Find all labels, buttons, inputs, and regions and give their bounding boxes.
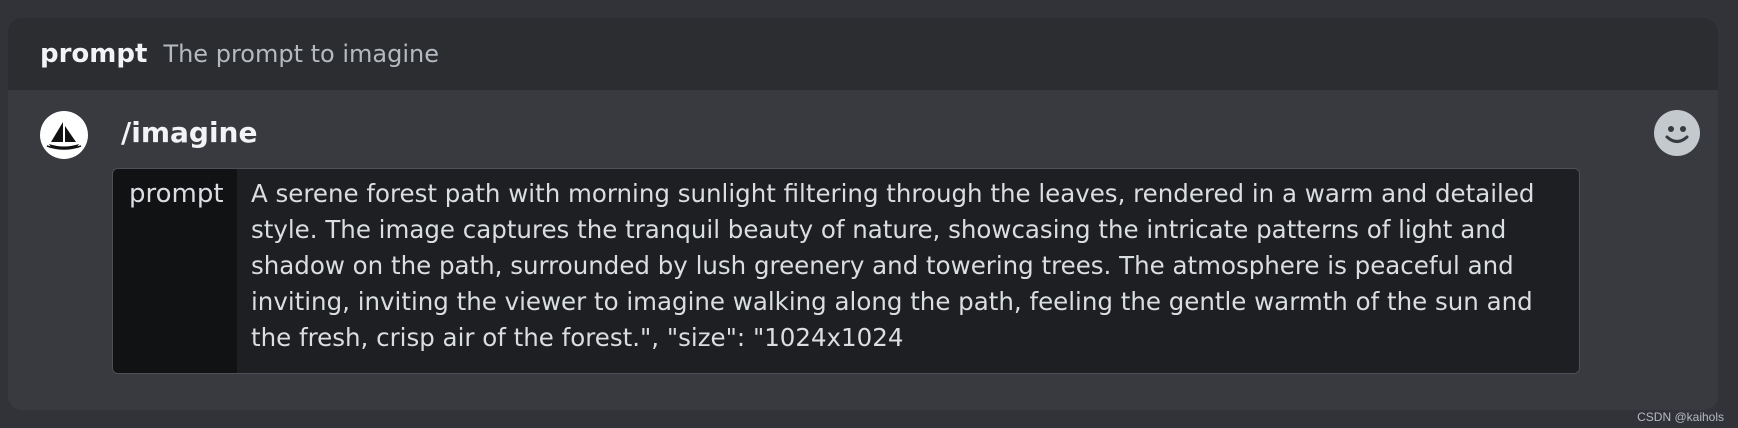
bot-avatar bbox=[40, 111, 88, 159]
option-hint-bar[interactable]: prompt The prompt to imagine bbox=[8, 18, 1718, 90]
option-label: prompt bbox=[113, 169, 237, 373]
command-panel: prompt The prompt to imagine /imagine pr… bbox=[8, 18, 1718, 410]
prompt-input[interactable]: A serene forest path with morning sunlig… bbox=[237, 169, 1579, 373]
command-name: /imagine bbox=[121, 116, 258, 149]
option-hint-description: The prompt to imagine bbox=[163, 40, 439, 68]
midjourney-boat-icon bbox=[46, 122, 82, 150]
emoji-picker-button[interactable] bbox=[1654, 110, 1700, 156]
watermark: CSDN @kaihols bbox=[1637, 410, 1724, 424]
option-hint-name: prompt bbox=[40, 39, 148, 69]
smiley-face-icon bbox=[1665, 126, 1689, 143]
prompt-option-field[interactable]: prompt A serene forest path with morning… bbox=[112, 168, 1580, 374]
